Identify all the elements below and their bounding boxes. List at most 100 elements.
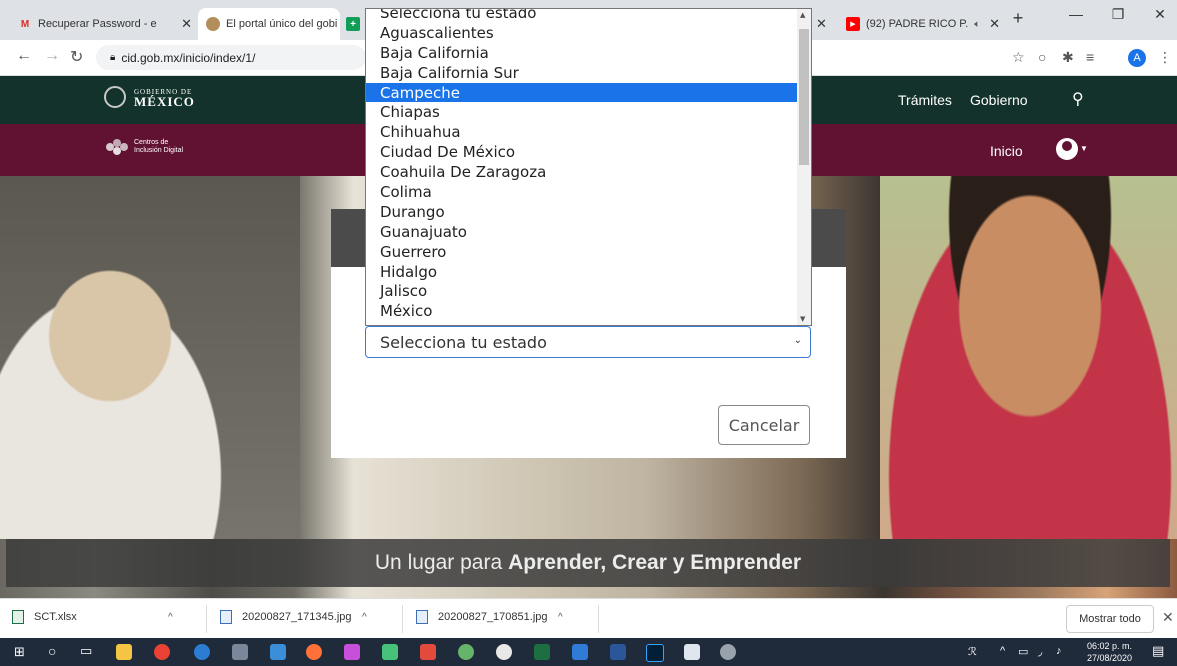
tab-recuperar-password[interactable]: M Recuperar Password - e ✕ (10, 8, 200, 40)
windows-start-icon[interactable]: ⊞ (14, 644, 25, 660)
gob-logo[interactable]: GOBIERNO DE MÉXICO (104, 86, 195, 108)
minimize-icon[interactable]: — (1056, 6, 1096, 22)
tab-title: (92) PADRE RICO P. (866, 18, 969, 30)
url-field[interactable]: 🔒︎ cid.gob.mx/inicio/index/1/ (96, 45, 366, 70)
state-option[interactable]: Baja California (366, 43, 798, 63)
tab-hidden[interactable]: ✕ (812, 8, 836, 40)
app-icon[interactable] (420, 644, 436, 660)
people-icon[interactable]: ℛ (968, 645, 977, 658)
task-view-icon[interactable]: ▭ (80, 643, 92, 659)
app-icon[interactable] (344, 644, 360, 660)
chevron-up-icon[interactable]: ^ (558, 612, 563, 623)
state-option[interactable]: Baja California Sur (366, 63, 798, 83)
file-explorer-icon[interactable] (116, 644, 132, 660)
state-option[interactable]: Selecciona tu estado (366, 9, 798, 23)
download-filename: 20200827_171345.jpg (242, 611, 352, 623)
app-icon[interactable] (572, 644, 588, 660)
download-item[interactable]: SCT.xlsx ^ (12, 610, 173, 624)
audio-icon[interactable]: 🔈︎ (974, 19, 980, 30)
extension-circle-icon[interactable]: ○ (1038, 49, 1046, 65)
word-icon[interactable] (610, 644, 626, 660)
state-option[interactable]: Durango (366, 202, 798, 222)
state-option[interactable]: Jalisco (366, 281, 798, 301)
state-select[interactable]: Selecciona tu estado ⌄ (365, 326, 811, 358)
youtube-icon: ▶ (846, 17, 860, 31)
chevron-up-icon[interactable]: ^ (168, 612, 173, 623)
scroll-up-icon[interactable]: ▲ (800, 11, 805, 19)
profile-avatar[interactable]: A (1128, 49, 1146, 67)
state-option[interactable]: Guerrero (366, 242, 798, 262)
battery-icon[interactable]: ▭ (1018, 645, 1028, 658)
nav-inicio[interactable]: Inicio (990, 143, 1023, 159)
photoshop-icon[interactable] (646, 644, 664, 662)
state-option[interactable]: Guanajuato (366, 222, 798, 242)
state-option[interactable]: México (366, 301, 798, 321)
chrome-icon[interactable] (154, 644, 170, 660)
user-menu-caret-icon[interactable]: ▼ (1080, 144, 1088, 153)
excel-icon[interactable] (534, 644, 550, 660)
show-all-downloads-button[interactable]: Mostrar todo (1066, 605, 1154, 633)
state-option[interactable]: Hidalgo (366, 262, 798, 282)
forward-icon[interactable]: → (44, 47, 60, 65)
tab-padre-rico[interactable]: ▶ (92) PADRE RICO P. 🔈︎ ✕ (838, 8, 1008, 40)
menu-kebab-icon[interactable]: ⋮ (1158, 49, 1172, 66)
state-option[interactable]: Aguascalientes (366, 23, 798, 43)
search-circle-icon[interactable]: ○ (48, 643, 56, 659)
firefox-icon[interactable] (306, 644, 322, 660)
app-icon[interactable] (458, 644, 474, 660)
tab-sheets[interactable]: + (342, 8, 364, 40)
dropdown-scrollbar[interactable]: ▲ ▼ (797, 9, 811, 325)
reload-icon[interactable]: ↻ (70, 47, 83, 67)
volume-icon[interactable]: ♪ (1056, 645, 1062, 657)
gmail-icon: M (20, 18, 30, 30)
app-icon[interactable] (720, 644, 736, 660)
nav-tramites[interactable]: Trámites (898, 92, 952, 108)
close-tab-icon[interactable]: ✕ (337, 16, 340, 32)
close-tab-icon[interactable]: ✕ (175, 16, 192, 32)
tray-chevron-icon[interactable]: ^ (1000, 645, 1005, 657)
search-icon[interactable]: ⚲ (1072, 89, 1084, 109)
scrollbar-thumb[interactable] (799, 29, 809, 165)
notifications-icon[interactable]: ▤ (1152, 643, 1164, 659)
tab-title: El portal único del gobi (226, 18, 338, 30)
taskbar-clock[interactable]: 06:02 p. m. 27/08/2020 (1087, 640, 1132, 664)
state-dropdown-list[interactable]: Selecciona tu estado Aguascalientes Baja C… (365, 8, 812, 326)
tab-portal-gob[interactable]: El portal único del gobi ✕ (198, 8, 340, 40)
photos-icon[interactable] (684, 644, 700, 660)
nav-gobierno[interactable]: Gobierno (970, 92, 1028, 108)
slogan-prefix: Un lugar para (374, 551, 503, 574)
download-filename: 20200827_170851.jpg (438, 611, 548, 623)
app-icon[interactable] (496, 644, 512, 660)
state-option[interactable]: Ciudad De México (366, 142, 798, 162)
download-item[interactable]: 20200827_171345.jpg ^ (220, 610, 367, 624)
download-item[interactable]: 20200827_170851.jpg ^ (416, 610, 563, 624)
wifi-icon[interactable]: ◞ (1038, 645, 1042, 658)
state-option[interactable]: Coahuila De Zaragoza (366, 162, 798, 182)
clock-time: 06:02 p. m. (1087, 641, 1133, 651)
new-tab-button[interactable]: + (998, 8, 1038, 29)
app-icon[interactable] (382, 644, 398, 660)
close-download-bar-icon[interactable]: ✕ (1162, 609, 1174, 626)
state-option[interactable]: Chiapas (366, 102, 798, 122)
cancel-button[interactable]: Cancelar (718, 405, 810, 445)
media-icon[interactable] (232, 644, 248, 660)
close-window-icon[interactable]: ✕ (1140, 6, 1177, 23)
state-option[interactable]: Campeche (366, 82, 798, 103)
close-tab-icon[interactable]: ✕ (816, 16, 827, 32)
user-account-icon[interactable] (1056, 138, 1078, 160)
gob-icon (206, 17, 220, 31)
vscode-icon[interactable] (270, 644, 286, 660)
scroll-down-icon[interactable]: ▼ (800, 315, 805, 323)
tab-title: Recuperar Password - e (38, 18, 157, 30)
extensions-puzzle-icon[interactable]: ✱ (1062, 49, 1074, 66)
reading-list-icon[interactable]: ≡ (1086, 49, 1094, 65)
chevron-down-icon: ⌄ (793, 335, 802, 346)
state-option[interactable]: Chihuahua (366, 122, 798, 142)
back-icon[interactable]: ← (16, 47, 32, 65)
restore-icon[interactable]: ❐ (1098, 6, 1138, 23)
cid-logo[interactable]: Centros de Inclusión Digital (104, 138, 186, 156)
bookmark-star-icon[interactable]: ☆ (1012, 49, 1025, 66)
edge-icon[interactable] (194, 644, 210, 660)
state-option[interactable]: Colima (366, 182, 798, 202)
chevron-up-icon[interactable]: ^ (362, 612, 367, 623)
